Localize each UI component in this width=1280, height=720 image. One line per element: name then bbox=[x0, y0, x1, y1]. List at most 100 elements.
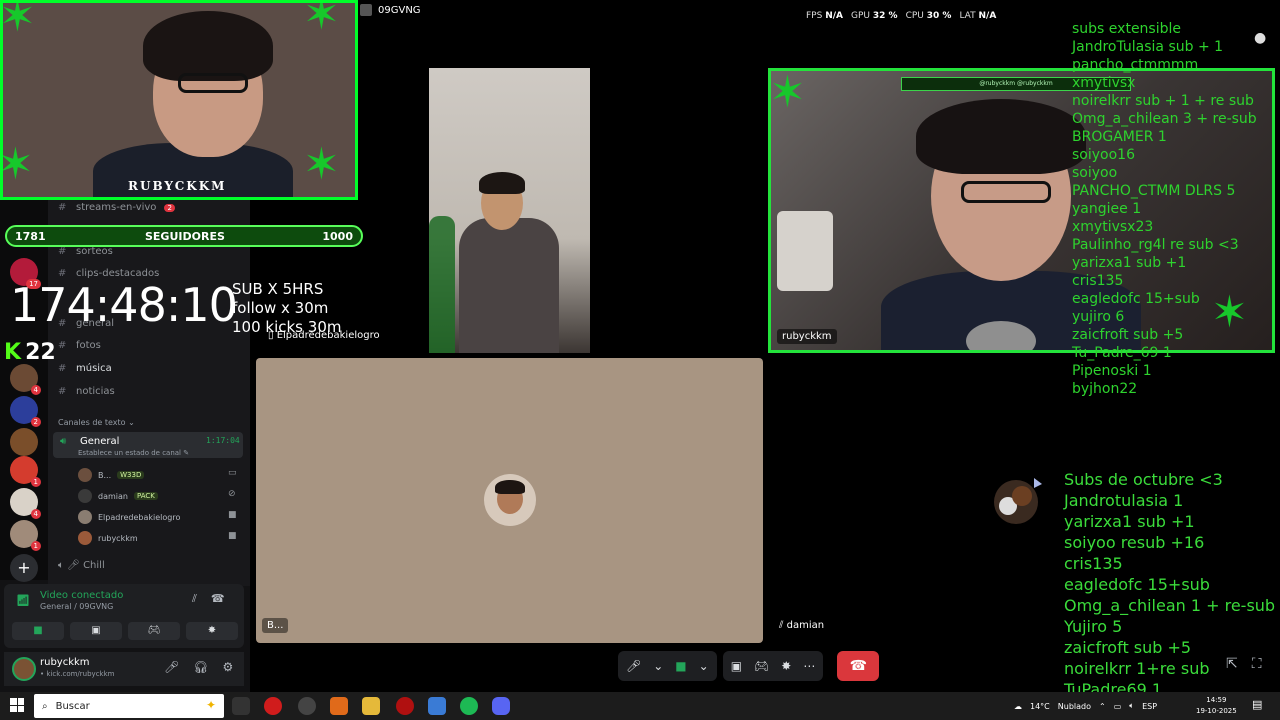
more-icon[interactable]: ⋯ bbox=[803, 659, 815, 673]
server-icon[interactable]: 1 bbox=[10, 456, 41, 487]
chat-line: xmytivsx bbox=[1072, 75, 1136, 91]
chat-line: byjhon22 bbox=[1072, 381, 1138, 397]
taskbar-search[interactable]: ⌕ Buscar ✦ bbox=[34, 694, 224, 718]
screen-share-button[interactable]: ▣ bbox=[70, 622, 122, 640]
avatar bbox=[78, 510, 92, 524]
notification-icon[interactable]: ▤ bbox=[1252, 698, 1262, 711]
app-icon[interactable] bbox=[396, 697, 414, 715]
server-icon[interactable]: 4 bbox=[10, 364, 41, 395]
subathon-rules: SUB X 5HRS follow x 30m 100 kicks 30m bbox=[232, 280, 341, 337]
task-view-icon[interactable] bbox=[232, 697, 250, 715]
search-icon: ⌕ bbox=[42, 700, 48, 712]
add-server-icon[interactable]: + bbox=[10, 554, 38, 582]
camera-icon: ■ bbox=[228, 531, 237, 541]
voice-channel-chill[interactable]: 🔈︎ 🎤︎ Chill bbox=[58, 560, 105, 571]
voice-member[interactable]: rubyckkm bbox=[78, 531, 138, 545]
webcam-person bbox=[178, 73, 248, 93]
video-tile-label: ⫽ damian bbox=[774, 618, 830, 633]
deafened-icon: ⊘ bbox=[228, 489, 236, 499]
server-icon[interactable] bbox=[10, 428, 38, 456]
subathon-timer: 174:48:10 bbox=[10, 278, 238, 332]
voice-connection-panel: 📶︎ Video conectado General / 09GVNG ⫽ ☎︎… bbox=[4, 584, 244, 648]
discord-icon[interactable] bbox=[492, 697, 510, 715]
chevron-down-icon[interactable]: ⌄ bbox=[699, 659, 709, 673]
language-indicator[interactable]: ESP bbox=[1142, 702, 1157, 711]
chevron-up-icon[interactable]: ⌃ bbox=[1099, 702, 1106, 711]
hash-icon: # bbox=[58, 340, 67, 351]
soundboard-icon[interactable]: ✸ bbox=[781, 659, 791, 673]
app-icon[interactable] bbox=[330, 697, 348, 715]
headphones-icon[interactable]: 🎧︎ bbox=[193, 660, 208, 674]
microphone-icon[interactable]: 🎤︎ bbox=[626, 659, 641, 673]
network-icon[interactable]: ▭ bbox=[1114, 702, 1122, 711]
disconnect-button[interactable]: ☎︎ bbox=[837, 651, 880, 681]
avatar[interactable] bbox=[12, 657, 36, 681]
channel-musica[interactable]: # música bbox=[58, 363, 112, 374]
category-text-channels[interactable]: Canales de texto ⌄ bbox=[58, 418, 135, 427]
server-icon[interactable]: 4 bbox=[10, 488, 41, 519]
sub-line: Omg_a_chilean 1 + re-sub bbox=[1064, 596, 1276, 615]
video-person bbox=[916, 99, 1086, 174]
rule-line: SUB X 5HRS bbox=[232, 280, 324, 298]
gear-icon[interactable]: ⚙ bbox=[222, 660, 233, 674]
obs-icon[interactable] bbox=[298, 697, 316, 715]
video-tile-label: rubyckkm bbox=[777, 329, 837, 344]
stat-gpu: GPU 32 % bbox=[851, 11, 898, 21]
voice-member[interactable]: B... W33D bbox=[78, 468, 145, 482]
opera-icon[interactable] bbox=[264, 697, 282, 715]
avatar bbox=[78, 489, 92, 503]
sub-line: eagledofc 15+sub bbox=[1064, 575, 1210, 594]
camera-icon[interactable]: ■ bbox=[675, 659, 686, 673]
sub-line: cris135 bbox=[1064, 554, 1123, 573]
video-tile-label: B... bbox=[262, 618, 289, 633]
chevron-down-icon[interactable]: ⌄ bbox=[653, 659, 663, 673]
leaf-decoration-icon: ✶ bbox=[303, 0, 340, 40]
microphone-icon[interactable]: 🎤︎ bbox=[164, 660, 179, 674]
taskbar-clock[interactable]: 14:59 19-10-2025 bbox=[1196, 695, 1237, 717]
activity-button[interactable]: 🎮︎ bbox=[128, 622, 180, 640]
avatar bbox=[78, 531, 92, 545]
avatar bbox=[78, 468, 92, 482]
channel-fotos[interactable]: # fotos bbox=[58, 340, 101, 351]
channel-streams-en-vivo[interactable]: # streams-en-vivo 2 bbox=[58, 202, 175, 213]
followers-goal-bar: 1781 SEGUIDORES 1000 bbox=[5, 225, 363, 247]
file-explorer-icon[interactable] bbox=[362, 697, 380, 715]
noise-suppression-icon[interactable]: ⫽ bbox=[192, 592, 197, 606]
video-tile-elpadre[interactable] bbox=[429, 68, 590, 353]
volume-icon[interactable]: 🔈︎ bbox=[1129, 701, 1134, 711]
server-icon[interactable]: 1 bbox=[10, 520, 41, 551]
leaf-decoration-icon: ✶ bbox=[303, 139, 340, 190]
camera-button[interactable]: ■ bbox=[12, 622, 64, 640]
avatar bbox=[484, 474, 536, 526]
chat-line: noirelkrr sub + 1 + re sub bbox=[1072, 93, 1254, 109]
bottle bbox=[429, 216, 455, 353]
voice-member[interactable]: damian PACK bbox=[78, 489, 158, 503]
server-icon[interactable]: 2 bbox=[10, 396, 41, 427]
screen-share-icon: ▭ bbox=[228, 468, 237, 478]
weather-icon[interactable]: ☁ bbox=[1014, 702, 1022, 711]
weather-desc: Nublado bbox=[1057, 701, 1091, 711]
chat-line: yarizxa1 sub +1 bbox=[1072, 255, 1187, 271]
voice-channel-time: 1:17:04 bbox=[206, 436, 240, 445]
signal-icon[interactable]: 📶︎ bbox=[16, 594, 30, 607]
voice-member[interactable]: Elpadredebakielogro bbox=[78, 510, 180, 524]
channel-sorteos[interactable]: # sorteos bbox=[58, 246, 113, 257]
activity-icon[interactable]: 🎮︎ bbox=[754, 659, 769, 673]
voice-channel-status[interactable]: Establece un estado de canal ✎ bbox=[78, 449, 189, 457]
channel-noticias[interactable]: # noticias bbox=[58, 386, 115, 397]
spotify-icon[interactable] bbox=[460, 697, 478, 715]
webcam-person bbox=[143, 11, 273, 81]
chat-bubble-icon[interactable]: ● bbox=[1254, 30, 1266, 46]
soundboard-button[interactable]: ✸ bbox=[186, 622, 238, 640]
store-icon[interactable] bbox=[428, 697, 446, 715]
popout-icon[interactable]: ⇱ bbox=[1226, 656, 1238, 672]
fullscreen-icon[interactable]: ⛶ bbox=[1252, 656, 1262, 672]
user-name[interactable]: rubyckkm bbox=[40, 657, 90, 668]
voice-status-subtitle[interactable]: General / 09GVNG bbox=[40, 602, 113, 611]
windows-start-icon[interactable] bbox=[10, 698, 24, 712]
video-tile-b[interactable]: B... bbox=[256, 358, 763, 643]
sub-line: yarizxa1 sub +1 bbox=[1064, 512, 1195, 531]
screen-share-icon[interactable]: ▣ bbox=[731, 659, 742, 673]
chat-line: yujiro 6 bbox=[1072, 309, 1125, 325]
disconnect-icon[interactable]: ☎︎ bbox=[211, 592, 225, 606]
